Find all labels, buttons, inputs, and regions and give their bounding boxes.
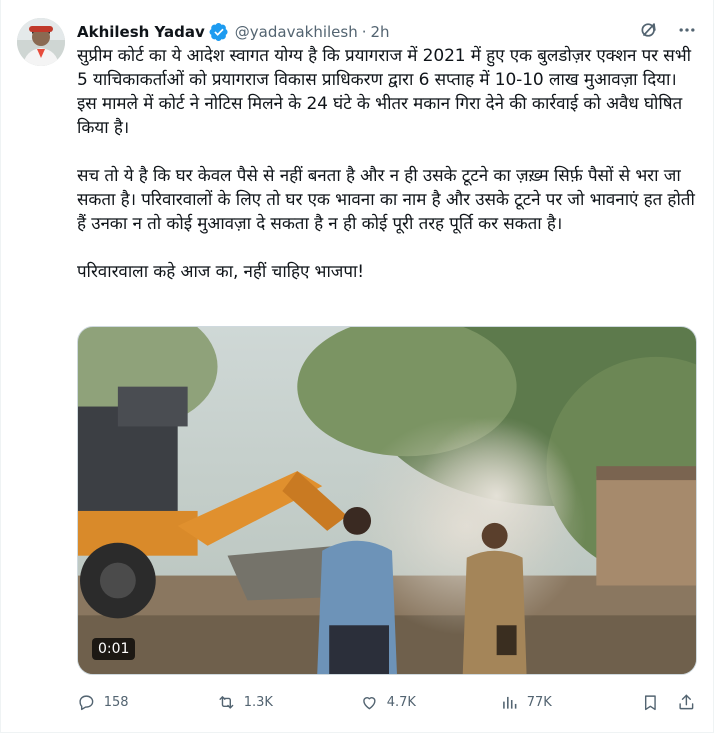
video-player[interactable]: 0:01 bbox=[77, 326, 697, 675]
views-button[interactable]: 77K bbox=[500, 690, 552, 714]
action-bar: 158 1.3K 4.7K 77K bbox=[77, 690, 699, 714]
bookmark-icon bbox=[641, 693, 660, 712]
author-name[interactable]: Akhilesh Yadav bbox=[77, 22, 205, 42]
tweet-paragraph: परिवारवाला कहे आज का, नहीं चाहिए भाजपा! bbox=[77, 262, 364, 282]
tweet-card[interactable]: Akhilesh Yadav @yadavakhilesh · 2h सुप्र… bbox=[0, 0, 714, 733]
share-icon bbox=[677, 693, 696, 712]
like-count: 4.7K bbox=[386, 694, 416, 710]
repost-icon bbox=[217, 693, 236, 712]
tweet-paragraph: सच तो ये है कि घर केवल पैसे से नहीं बनता… bbox=[77, 166, 695, 234]
tweet-header: Akhilesh Yadav @yadavakhilesh · 2h bbox=[77, 20, 697, 44]
grok-icon[interactable] bbox=[639, 20, 659, 40]
share-button[interactable] bbox=[677, 690, 696, 714]
reply-button[interactable]: 158 bbox=[77, 690, 129, 714]
header-icons bbox=[639, 20, 697, 40]
views-count: 77K bbox=[526, 694, 552, 710]
heart-icon bbox=[360, 693, 379, 712]
reply-icon bbox=[77, 693, 96, 712]
verified-badge-icon bbox=[209, 22, 229, 42]
reply-count: 158 bbox=[103, 694, 129, 710]
tweet-text: सुप्रीम कोर्ट का ये आदेश स्वागत योग्य है… bbox=[77, 44, 699, 284]
views-icon bbox=[500, 693, 519, 712]
separator-dot: · bbox=[361, 23, 367, 41]
author-handle[interactable]: @yadavakhilesh bbox=[235, 22, 358, 42]
video-duration: 0:01 bbox=[92, 638, 136, 660]
like-button[interactable]: 4.7K bbox=[360, 690, 416, 714]
tweet-paragraph: सुप्रीम कोर्ट का ये आदेश स्वागत योग्य है… bbox=[77, 46, 691, 138]
timestamp[interactable]: 2h bbox=[371, 22, 390, 42]
repost-button[interactable]: 1.3K bbox=[217, 690, 273, 714]
bookmark-button[interactable] bbox=[641, 690, 660, 714]
more-icon[interactable] bbox=[677, 20, 697, 40]
repost-count: 1.3K bbox=[243, 694, 273, 710]
avatar[interactable] bbox=[17, 18, 65, 66]
video-thumbnail bbox=[78, 327, 696, 674]
